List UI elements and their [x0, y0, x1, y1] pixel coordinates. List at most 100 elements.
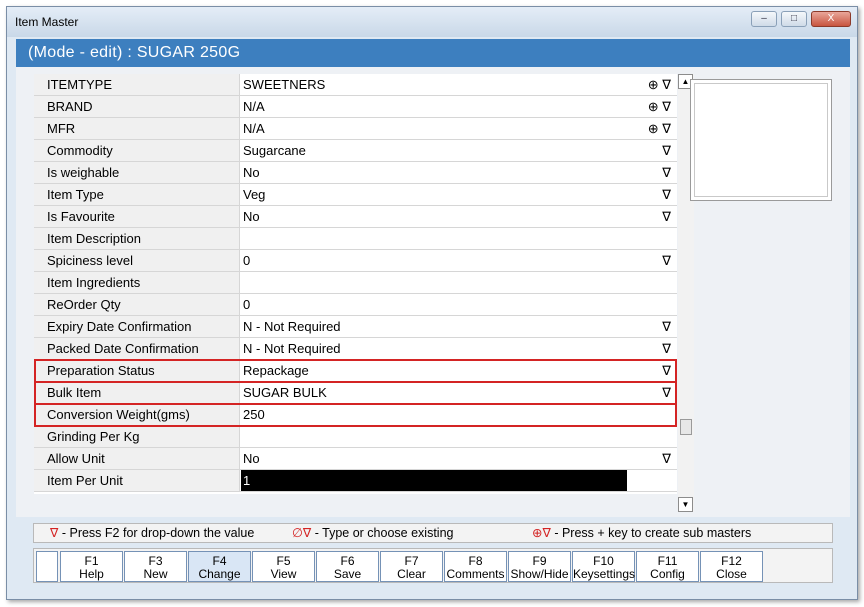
- row-value[interactable]: No: [241, 206, 677, 227]
- window-controls: – □ X: [751, 11, 851, 27]
- maximize-button[interactable]: □: [781, 11, 807, 27]
- f8-comments-button[interactable]: F8 Comments: [444, 551, 507, 582]
- grid-row-is-favourite[interactable]: Is Favourite No ∇: [34, 206, 677, 228]
- row-value[interactable]: [241, 426, 677, 447]
- legend-submaster-text: - Press + key to create sub masters: [550, 526, 752, 540]
- f12-close-button[interactable]: F12 Close: [700, 551, 763, 582]
- dropdown-icon[interactable]: ∇: [662, 316, 671, 337]
- highlight-bulk-item: [34, 381, 677, 405]
- scroll-thumb[interactable]: [680, 419, 692, 435]
- row-label: Expiry Date Confirmation: [34, 316, 240, 337]
- dropdown-icon[interactable]: ∇: [662, 448, 671, 469]
- row-label: Spiciness level: [34, 250, 240, 271]
- row-label: Item Per Unit: [34, 470, 240, 491]
- content-area: ITEMTYPE SWEETNERS ⊕ ∇ BRAND N/A ⊕ ∇ MFR…: [16, 67, 850, 517]
- row-label: Grinding Per Kg: [34, 426, 240, 447]
- choose-existing-legend-icon: ∅∇: [292, 526, 312, 540]
- item-per-unit-input[interactable]: 1: [241, 470, 627, 491]
- dropdown-icon[interactable]: ∇: [662, 206, 671, 227]
- row-label: ReOrder Qty: [34, 294, 240, 315]
- legend-dropdown: ∇ - Press F2 for drop-down the value: [50, 525, 254, 542]
- row-label: Packed Date Confirmation: [34, 338, 240, 359]
- fkey-label: Save: [333, 567, 362, 581]
- grid-row-packed-date-confirmation[interactable]: Packed Date Confirmation N - Not Require…: [34, 338, 677, 360]
- item-master-window: Item Master – □ X (Mode - edit) : SUGAR …: [6, 6, 858, 600]
- fkey-label: Close: [716, 567, 747, 581]
- grid-row-mfr[interactable]: MFR N/A ⊕ ∇: [34, 118, 677, 140]
- grid-row-item-ingredients[interactable]: Item Ingredients: [34, 272, 677, 294]
- row-value[interactable]: N - Not Required: [241, 338, 677, 359]
- dropdown-icon[interactable]: ∇: [662, 338, 671, 359]
- row-label: ITEMTYPE: [34, 74, 240, 95]
- row-value[interactable]: N/A: [241, 96, 677, 117]
- fkey-label: Keysettings: [573, 567, 636, 581]
- f11-config-button[interactable]: F11 Config: [636, 551, 699, 582]
- fkey-label: Help: [79, 567, 104, 581]
- mode-header-text: (Mode - edit) : SUGAR 250G: [28, 44, 241, 61]
- row-value[interactable]: Veg: [241, 184, 677, 205]
- dropdown-icon[interactable]: ∇: [662, 184, 671, 205]
- row-value[interactable]: [241, 228, 677, 249]
- row-label: Item Type: [34, 184, 240, 205]
- dropdown-icon[interactable]: ∇: [662, 250, 671, 271]
- row-value[interactable]: [241, 272, 677, 293]
- f7-clear-button[interactable]: F7 Clear: [380, 551, 443, 582]
- row-value[interactable]: SWEETNERS: [241, 74, 677, 95]
- f3-new-button[interactable]: F3 New: [124, 551, 187, 582]
- row-label: Item Ingredients: [34, 272, 240, 293]
- row-value[interactable]: 0: [241, 250, 677, 271]
- f1-help-button[interactable]: F1 Help: [60, 551, 123, 582]
- row-value[interactable]: No: [241, 448, 677, 469]
- grid-row-grinding-per-kg[interactable]: Grinding Per Kg: [34, 426, 677, 448]
- grid-row-allow-unit[interactable]: Allow Unit No ∇: [34, 448, 677, 470]
- grid-row-item-per-unit[interactable]: Item Per Unit 1: [34, 470, 677, 492]
- grid-row-item-description[interactable]: Item Description: [34, 228, 677, 250]
- fkey-label: Config: [650, 567, 685, 581]
- row-label: Item Description: [34, 228, 240, 249]
- row-value[interactable]: 0: [241, 294, 677, 315]
- grid-row-commodity[interactable]: Commodity Sugarcane ∇: [34, 140, 677, 162]
- fkey-label: Change: [198, 567, 241, 581]
- add-dropdown-icon[interactable]: ⊕ ∇: [648, 96, 671, 117]
- highlight-conversion-weight: [34, 403, 677, 427]
- row-value[interactable]: Sugarcane: [241, 140, 677, 161]
- f10-keysettings-button[interactable]: F10 Keysettings: [572, 551, 635, 582]
- row-value[interactable]: No: [241, 162, 677, 183]
- add-dropdown-icon[interactable]: ⊕ ∇: [648, 118, 671, 139]
- dropdown-icon[interactable]: ∇: [662, 162, 671, 183]
- fkey-label: Show/Hide: [510, 567, 569, 581]
- dropdown-icon[interactable]: ∇: [662, 140, 671, 161]
- scroll-down-button[interactable]: ▼: [678, 497, 693, 512]
- legend-bar: ∇ - Press F2 for drop-down the value ∅∇ …: [33, 523, 833, 543]
- f9-show-hide-button[interactable]: F9 Show/Hide: [508, 551, 571, 582]
- f5-view-button[interactable]: F5 View: [252, 551, 315, 582]
- legend-choose: ∅∇ - Type or choose existing: [292, 525, 453, 542]
- grid-row-brand[interactable]: BRAND N/A ⊕ ∇: [34, 96, 677, 118]
- legend-submaster: ⊕∇ - Press + key to create sub masters: [532, 525, 751, 542]
- grid-row-is-weighable[interactable]: Is weighable No ∇: [34, 162, 677, 184]
- grid-row-expiry-date-confirmation[interactable]: Expiry Date Confirmation N - Not Require…: [34, 316, 677, 338]
- row-label: MFR: [34, 118, 240, 139]
- grid-row-spiciness-level[interactable]: Spiciness level 0 ∇: [34, 250, 677, 272]
- f4-change-button[interactable]: F4 Change: [188, 551, 251, 582]
- legend-dropdown-text: - Press F2 for drop-down the value: [58, 526, 255, 540]
- fkey-label: New: [143, 567, 168, 581]
- fkey-label: Comments: [446, 567, 505, 581]
- add-dropdown-icon[interactable]: ⊕ ∇: [648, 74, 671, 95]
- title-bar: Item Master – □ X: [7, 7, 857, 37]
- close-button[interactable]: X: [811, 11, 851, 27]
- grid-row-itemtype[interactable]: ITEMTYPE SWEETNERS ⊕ ∇: [34, 74, 677, 96]
- grid-row-item-type[interactable]: Item Type Veg ∇: [34, 184, 677, 206]
- minimize-button[interactable]: –: [751, 11, 777, 27]
- grid-row-reorder-qty[interactable]: ReOrder Qty 0: [34, 294, 677, 316]
- row-label: BRAND: [34, 96, 240, 117]
- row-label: Is weighable: [34, 162, 240, 183]
- fkey-label: View: [270, 567, 297, 581]
- row-value[interactable]: N/A: [241, 118, 677, 139]
- submaster-legend-icon: ⊕∇: [532, 526, 551, 540]
- legend-choose-text: - Type or choose existing: [311, 526, 454, 540]
- row-label: Allow Unit: [34, 448, 240, 469]
- fkey-blank: [36, 551, 58, 582]
- row-value[interactable]: N - Not Required: [241, 316, 677, 337]
- f6-save-button[interactable]: F6 Save: [316, 551, 379, 582]
